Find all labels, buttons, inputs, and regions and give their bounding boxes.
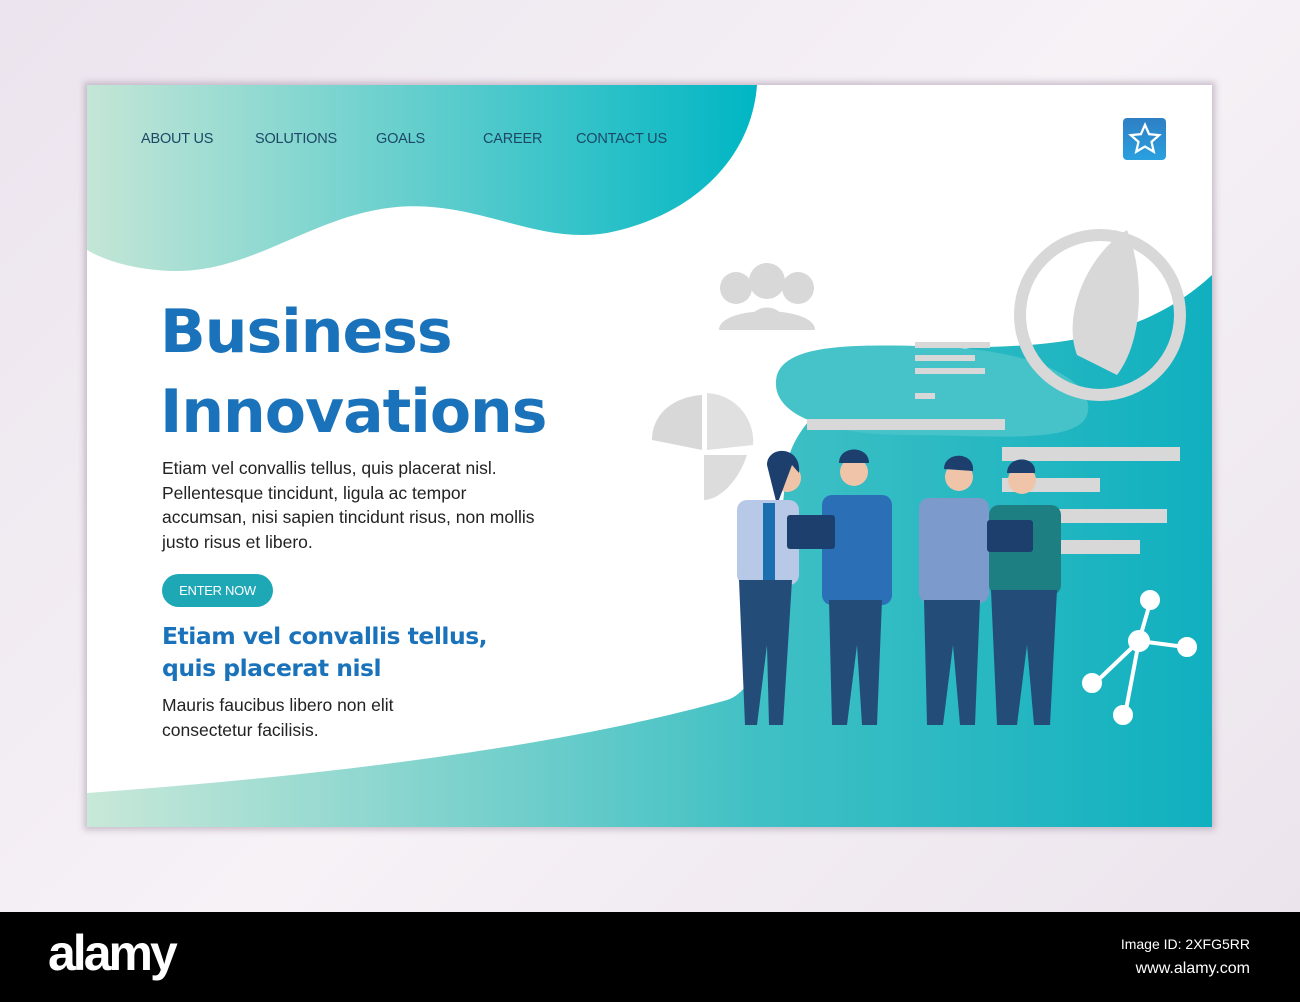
image-id: Image ID: 2XFG5RR	[1120, 936, 1250, 952]
hero-title-line1: Business	[160, 297, 453, 367]
nav-about-us[interactable]: ABOUT US	[141, 131, 213, 147]
hero-body: Mauris faucibus libero non elit consecte…	[162, 695, 394, 740]
hero-paragraph: Etiam vel convallis tellus, quis placera…	[162, 458, 535, 552]
footer-bar: alamy Image ID: 2XFG5RR www.alamy.com	[0, 912, 1300, 1002]
nav-career[interactable]: CAREER	[483, 131, 542, 147]
top-wave	[87, 85, 757, 272]
nav-goals[interactable]: GOALS	[376, 131, 425, 147]
brand-logo: alamy	[48, 925, 178, 981]
logo-button[interactable]	[1123, 118, 1166, 160]
nav-contact-us[interactable]: CONTACT US	[576, 131, 667, 147]
enter-now-button[interactable]: ENTER NOW	[162, 574, 273, 607]
hero-subheading: Etiam vel convallis tellus, quis placera…	[162, 622, 488, 682]
star-icon	[1127, 122, 1162, 155]
hero-title-line2: Innovations	[160, 377, 547, 447]
landing-page-card: ABOUT US SOLUTIONS GOALS CAREER CONTACT …	[87, 85, 1212, 827]
nav-solutions[interactable]: SOLUTIONS	[255, 131, 337, 147]
site-url: www.alamy.com	[1135, 960, 1250, 977]
